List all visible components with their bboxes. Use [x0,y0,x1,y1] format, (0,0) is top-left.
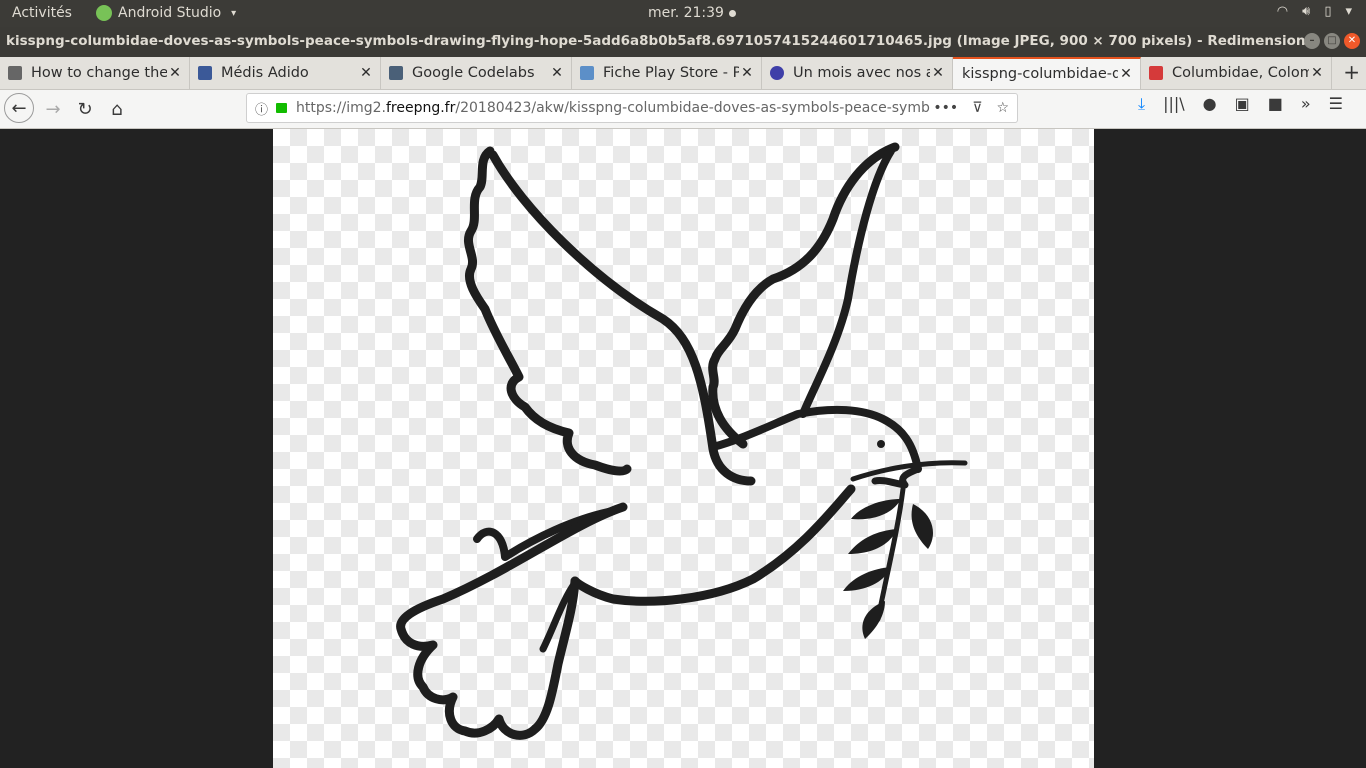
new-tab-icon[interactable]: + [1343,60,1360,84]
app-menu-label: Android Studio [118,5,222,21]
info-icon[interactable]: ⓘ [255,99,268,118]
forward-arrow-icon[interactable]: → [38,94,68,124]
olive-leaf [911,504,933,549]
tab-label: Columbidae, Colom [1172,65,1309,81]
clock-label: mer. 21:39 [648,5,724,21]
tab-label: kisspng-columbidae-d [962,66,1118,82]
tab-label: How to change the [31,65,167,81]
activities-button[interactable]: Activités [12,5,72,21]
system-menu-icon[interactable]: ▾ [1345,4,1352,19]
close-tab-icon[interactable]: ✕ [549,65,565,81]
lock-icon [276,103,288,113]
minimize-button[interactable]: – [1304,33,1320,49]
url-domain: freepng.fr [385,100,456,116]
tab-kisspng[interactable]: kisspng-columbidae-d ✕ [953,57,1141,89]
android-studio-icon [96,5,112,21]
navigation-toolbar: ← → ↻ ⌂ ⓘ https://img2.freepng.fr/201804… [0,90,1366,129]
left-wing-inner [488,150,756,486]
library-icon[interactable]: |||\ [1163,94,1185,114]
eye [877,440,885,448]
url-path: /20180423/akw/kisspng-columbidae-doves-a… [455,100,930,116]
volume-icon[interactable]: 🔊︎ [1302,4,1310,19]
notification-dot-icon [728,9,736,17]
extension-icon[interactable]: ▣ [1235,94,1250,114]
reload-icon[interactable]: ↻ [70,94,100,124]
tab-label: Google Codelabs [412,65,535,81]
tab-playstore[interactable]: Fiche Play Store - P ✕ [572,57,762,89]
clock[interactable]: mer. 21:39 [648,5,736,21]
back-arrow-icon[interactable]: ← [4,93,34,123]
tab-udacity[interactable]: Un mois avec nos a ✕ [762,57,953,89]
facebook-icon [198,66,212,80]
window-title: kisspng-columbidae-doves-as-symbols-peac… [6,33,1306,49]
close-tab-icon[interactable]: ✕ [1118,66,1134,82]
olive-leaf [848,529,897,554]
playstore-icon [580,66,594,80]
window-titlebar: kisspng-columbidae-doves-as-symbols-peac… [0,27,1366,57]
extension-icon[interactable]: ● [1203,94,1217,114]
home-icon[interactable]: ⌂ [102,94,132,124]
tab-facebook[interactable]: Médis Adido ✕ [190,57,381,89]
extension-icon[interactable]: ■ [1268,94,1283,114]
overflow-chevron-icon[interactable]: » [1301,94,1311,114]
url-text[interactable]: https://img2.freepng.fr/20180423/akw/kis… [296,100,933,116]
tail [396,502,628,740]
pocket-icon[interactable]: ⊽ [972,100,982,116]
page-actions-icon[interactable]: ••• [933,100,958,116]
dove-image[interactable] [273,129,1094,768]
right-wing-outline [708,142,900,449]
battery-icon[interactable]: ▯ [1324,4,1331,19]
menu-icon[interactable]: ☰ [1329,94,1343,114]
tab-codelabs[interactable]: Google Codelabs ✕ [381,57,572,89]
caret-down-icon: ▾ [231,7,237,19]
bookmark-star-icon[interactable]: ☆ [996,100,1009,116]
png-icon [1149,66,1163,80]
tab-stackexchange[interactable]: How to change the ✕ [0,57,190,89]
olive-leaf [862,601,885,639]
close-tab-icon[interactable]: ✕ [1309,65,1325,81]
tab-columbidae[interactable]: Columbidae, Colom ✕ [1141,57,1332,89]
url-bar[interactable]: ⓘ https://img2.freepng.fr/20180423/akw/k… [246,93,1018,123]
peace-dove-illustration [396,142,968,740]
tab-strip: How to change the ✕ Médis Adido ✕ Google… [0,57,1366,90]
url-prefix: https://img2. [296,100,386,116]
maximize-button[interactable]: □ [1324,33,1340,49]
close-tab-icon[interactable]: ✕ [167,65,183,81]
downloads-icon[interactable]: ⤓ [1138,94,1145,114]
head-outline [709,405,922,473]
udacity-icon [770,66,784,80]
system-top-bar: Activités Android Studio ▾ mer. 21:39 ◠ … [0,0,1366,27]
close-tab-icon[interactable]: ✕ [739,65,755,81]
app-menu[interactable]: Android Studio ▾ [96,5,236,21]
stackexchange-icon [8,66,22,80]
close-window-button[interactable]: ✕ [1344,33,1360,49]
close-tab-icon[interactable]: ✕ [358,65,374,81]
olive-leaf [851,499,901,520]
close-tab-icon[interactable]: ✕ [930,65,946,81]
system-tray[interactable]: ◠ 🔊︎ ▯ ▾ [1277,4,1352,19]
tab-label: Médis Adido [221,65,309,81]
codelabs-icon [389,66,403,80]
content-viewport [0,129,1366,768]
wifi-icon[interactable]: ◠ [1277,4,1288,19]
tab-label: Un mois avec nos a [793,65,930,81]
tab-label: Fiche Play Store - P [603,65,739,81]
left-wing-outline [463,146,632,476]
